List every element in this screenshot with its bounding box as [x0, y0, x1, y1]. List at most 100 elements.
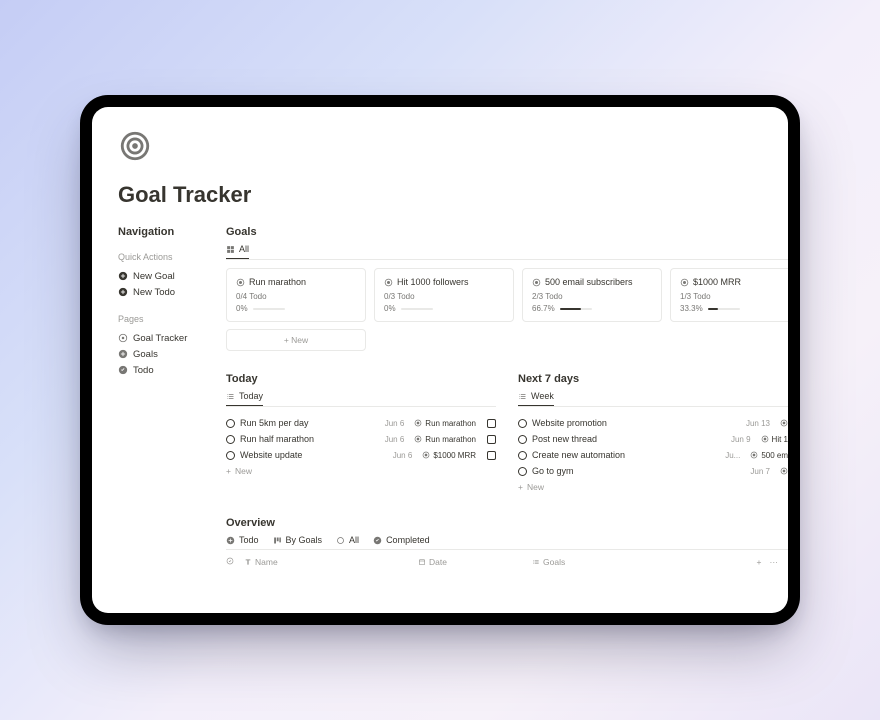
status-circle[interactable]	[518, 467, 527, 476]
goal-tag[interactable]: $1000 MRR	[422, 451, 476, 460]
tab-today[interactable]: Today	[226, 391, 263, 406]
goal-tag[interactable]: Run marathon	[414, 419, 476, 428]
list-item[interactable]: Website promotionJun 13	[518, 415, 788, 431]
status-circle[interactable]	[226, 451, 235, 460]
target-icon	[384, 278, 393, 287]
text-icon	[244, 558, 252, 566]
goal-card[interactable]: $1000 MRR1/3 Todo33.3%	[670, 268, 788, 322]
tablet-frame: Goal Tracker Navigation Quick Actions Ne…	[80, 95, 800, 625]
page-title: Goal Tracker	[118, 182, 788, 208]
plus-circle-icon	[118, 349, 128, 359]
check-circle-icon	[373, 536, 382, 545]
todo-name: Go to gym	[532, 466, 745, 476]
goal-card[interactable]: 500 email subscribers2/3 Todo66.7%	[522, 268, 662, 322]
goal-percent: 0%	[236, 304, 248, 313]
checkbox[interactable]	[487, 419, 496, 428]
progress-bar	[253, 308, 285, 310]
todo-date: Jun 6	[393, 451, 413, 460]
column-name[interactable]: Name	[244, 557, 414, 567]
checkbox[interactable]	[487, 451, 496, 460]
sidebar-item-label: Goals	[133, 349, 158, 360]
tab-completed[interactable]: Completed	[373, 535, 430, 545]
list-item[interactable]: Go to gym Jun 7	[518, 463, 788, 479]
sidebar: Navigation Quick Actions New Goal New To…	[118, 226, 226, 613]
new-todo-button[interactable]: New Todo	[118, 284, 226, 300]
goals-row: Run marathon0/4 Todo0%Hit 1000 followers…	[226, 268, 788, 322]
todo-name: Run half marathon	[240, 434, 380, 444]
todo-name: Create new automation	[532, 450, 720, 460]
target-icon	[118, 333, 128, 343]
status-circle[interactable]	[518, 435, 527, 444]
goal-tag	[780, 467, 788, 475]
sidebar-item-label: Todo	[133, 365, 154, 376]
sidebar-item-goals[interactable]: Goals	[118, 346, 226, 362]
today-heading: Today	[226, 373, 496, 385]
goal-title: 500 email subscribers	[532, 277, 652, 287]
new-goal-card-button[interactable]: + New	[226, 329, 366, 351]
overview-section: Overview Todo By Goals All Completed	[226, 517, 788, 567]
today-new-button[interactable]: + New	[226, 463, 496, 479]
list-item[interactable]: Run 5km per dayJun 6Run marathon	[226, 415, 496, 431]
list-item[interactable]: Post new threadJun 9Hit 1	[518, 431, 788, 447]
target-icon	[236, 278, 245, 287]
goal-tag	[780, 419, 788, 427]
circle-icon	[336, 536, 345, 545]
next7-new-button[interactable]: + New	[518, 479, 788, 495]
calendar-icon	[418, 558, 426, 566]
goal-todo-count: 1/3 Todo	[680, 292, 788, 301]
todo-date: Jun 7	[750, 467, 770, 476]
target-icon	[780, 467, 788, 475]
add-column-button[interactable]: +	[757, 557, 762, 567]
column-goals[interactable]: Goals	[532, 557, 642, 567]
target-icon	[422, 451, 430, 459]
plus-icon: +	[518, 482, 523, 492]
sidebar-item-todo[interactable]: Todo	[118, 362, 226, 378]
goal-tag[interactable]: 500 em	[750, 451, 788, 460]
goal-percent: 0%	[384, 304, 396, 313]
progress-bar	[401, 308, 433, 310]
todo-date: Ju...	[725, 451, 740, 460]
tab-by-goals[interactable]: By Goals	[273, 535, 323, 545]
goal-tag[interactable]: Run marathon	[414, 435, 476, 444]
today-list: Run 5km per dayJun 6Run marathonRun half…	[226, 415, 496, 463]
tab-all[interactable]: All	[226, 244, 249, 259]
plus-circle-icon	[118, 287, 128, 297]
column-date[interactable]: Date	[418, 557, 528, 567]
page-icon	[118, 129, 788, 168]
main-content: Goals All Run marathon0/4 Todo0%Hit 1000…	[226, 226, 788, 613]
status-circle[interactable]	[518, 419, 527, 428]
todo-date: Jun 6	[385, 435, 405, 444]
goal-title: $1000 MRR	[680, 277, 788, 287]
more-button[interactable]: ···	[770, 557, 779, 567]
target-icon	[680, 278, 689, 287]
goal-todo-count: 0/4 Todo	[236, 292, 356, 301]
app-screen: Goal Tracker Navigation Quick Actions Ne…	[92, 107, 788, 613]
next7-list: Website promotionJun 13Post new threadJu…	[518, 415, 788, 479]
target-icon	[118, 129, 152, 163]
checkbox[interactable]	[487, 435, 496, 444]
list-item[interactable]: Website updateJun 6$1000 MRR	[226, 447, 496, 463]
tab-todo[interactable]: Todo	[226, 535, 259, 545]
goal-card[interactable]: Run marathon0/4 Todo0%	[226, 268, 366, 322]
new-goal-button[interactable]: New Goal	[118, 268, 226, 284]
tab-week[interactable]: Week	[518, 391, 554, 406]
goal-card[interactable]: Hit 1000 followers0/3 Todo0%	[374, 268, 514, 322]
overview-heading: Overview	[226, 517, 788, 529]
sidebar-item-goal-tracker[interactable]: Goal Tracker	[118, 330, 226, 346]
list-item[interactable]: Run half marathon Jun 6 Run marathon	[226, 431, 496, 447]
goals-heading: Goals	[226, 226, 788, 238]
todo-date: Jun 13	[746, 419, 770, 428]
new-goal-label: New Goal	[133, 271, 175, 282]
today-tabs: Today	[226, 391, 496, 407]
tab-all[interactable]: All	[336, 535, 359, 545]
target-icon	[414, 419, 422, 427]
goal-tag[interactable]: Hit 1	[761, 435, 788, 444]
goal-todo-count: 0/3 Todo	[384, 292, 504, 301]
list-icon	[226, 392, 235, 401]
list-item[interactable]: Create new automation Ju... 500 em	[518, 447, 788, 463]
status-circle[interactable]	[226, 435, 235, 444]
progress-bar	[708, 308, 740, 310]
status-circle[interactable]	[226, 419, 235, 428]
target-icon	[414, 435, 422, 443]
status-circle[interactable]	[518, 451, 527, 460]
